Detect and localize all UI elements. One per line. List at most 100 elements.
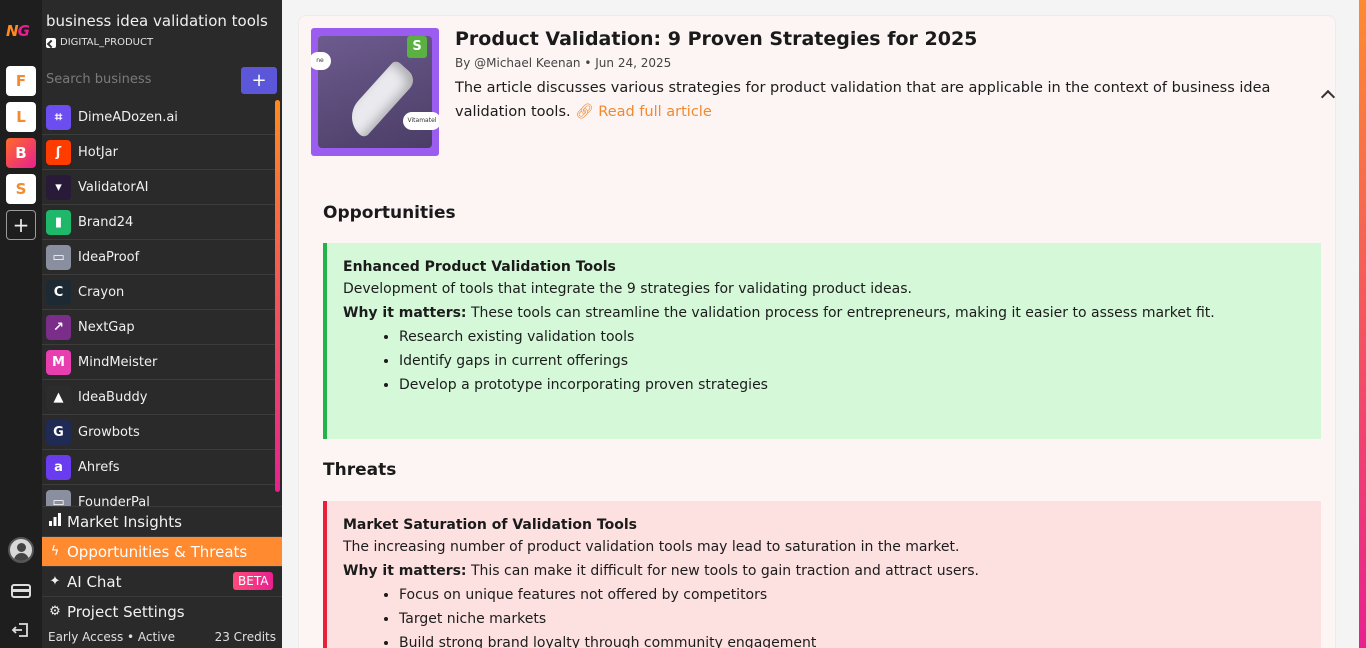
sidebar-item-label: FounderPal	[78, 494, 150, 507]
project-title: business idea validation tools	[46, 12, 268, 30]
threat-why: Why it matters: This can make it difficu…	[343, 559, 1305, 583]
search-input[interactable]: Search business	[46, 72, 151, 87]
sidebar-item-label: IdeaBuddy	[78, 389, 148, 405]
hotjar-logo: ʃ	[46, 139, 71, 165]
article-author[interactable]: By @Michael Keenan	[455, 56, 581, 70]
article-title: Product Validation: 9 Proven Strategies …	[455, 28, 978, 50]
sidebar-item-hotjar[interactable]: ʃ HotJar	[42, 135, 278, 170]
crayon-logo: C	[46, 279, 71, 305]
why-label: Why it matters:	[343, 305, 467, 321]
sidebar-item-brand24[interactable]: ▮ Brand24	[42, 205, 278, 240]
sidebar-item-ahrefs[interactable]: a Ahrefs	[42, 450, 278, 485]
article-meta: By @Michael Keenan • Jun 24, 2025	[455, 56, 671, 70]
user-avatar[interactable]	[8, 537, 34, 563]
thumbnail-pill-left: ne	[311, 52, 331, 70]
menu-opportunities-threats[interactable]: ϟ Opportunities & Threats	[42, 536, 282, 566]
why-text: These tools can streamline the validatio…	[470, 305, 1215, 321]
project-switch-l[interactable]: L	[6, 102, 36, 132]
project-switch-s[interactable]: S	[6, 174, 36, 204]
lightning-icon: ϟ	[50, 544, 60, 559]
opportunities-heading: Opportunities	[323, 203, 456, 223]
dimeadozen-logo: ⌗	[46, 104, 71, 130]
founderpal-logo: ▭	[46, 489, 71, 506]
menu-label: AI Chat	[67, 572, 122, 591]
bar-chart-icon	[47, 513, 63, 530]
opportunity-description: Development of tools that integrate the …	[343, 281, 912, 297]
list-item: Focus on unique features not offered by …	[399, 583, 1305, 607]
sidebar-item-ideabuddy[interactable]: ▲ IdeaBuddy	[42, 380, 278, 415]
article-date: Jun 24, 2025	[595, 56, 672, 70]
gear-icon: ⚙	[49, 604, 61, 619]
plan-status: Early Access • Active	[48, 630, 176, 644]
app-logo[interactable]: NG	[6, 22, 30, 40]
threats-heading: Threats	[323, 460, 397, 480]
sidebar-item-label: MindMeister	[78, 354, 158, 370]
page-scrollbar[interactable]	[1359, 0, 1366, 648]
project-rail: NG F L B S +	[0, 0, 42, 648]
menu-market-insights[interactable]: Market Insights	[42, 506, 282, 536]
menu-label: Opportunities & Threats	[67, 542, 248, 561]
opportunity-steps: Research existing validation tools Ident…	[399, 325, 1305, 397]
opportunity-why: Why it matters: These tools can streamli…	[343, 301, 1305, 325]
sidebar-item-validatorai[interactable]: ▾ ValidatorAI	[42, 170, 278, 205]
read-full-article-link[interactable]: 🔗︎ Read full article	[575, 104, 712, 120]
growbots-logo: G	[46, 419, 71, 445]
menu-ai-chat[interactable]: ✦ AI Chat BETA	[42, 566, 282, 596]
sidebar-item-label: Crayon	[78, 284, 125, 300]
opportunity-title: Enhanced Product Validation Tools	[343, 259, 616, 275]
thumbnail-pill-right: Vitamatel	[403, 112, 439, 130]
why-label: Why it matters:	[343, 563, 467, 579]
menu-label: Market Insights	[67, 512, 182, 531]
account-status: Early Access • Active 23 Credits	[42, 626, 282, 648]
list-item: Build strong brand loyalty through commu…	[399, 631, 1305, 648]
validatorai-logo: ▾	[46, 174, 71, 200]
sidebar-item-label: Ahrefs	[78, 459, 120, 475]
meta-separator: •	[584, 56, 596, 70]
project-switch-b[interactable]: B	[6, 138, 36, 168]
sidebar-item-growbots[interactable]: G Growbots	[42, 415, 278, 450]
add-project-button[interactable]: +	[6, 210, 36, 240]
threat-title: Market Saturation of Validation Tools	[343, 517, 637, 533]
ahrefs-logo: a	[46, 454, 71, 480]
nextgap-logo: ↗	[46, 314, 71, 340]
shopify-icon: S	[407, 36, 427, 58]
article-description: The article discusses various strategies…	[455, 76, 1323, 124]
sidebar-item-nextgap[interactable]: ↗ NextGap	[42, 310, 278, 345]
list-item: Identify gaps in current offerings	[399, 349, 1305, 373]
sidebar-item-dimeadozen-ai[interactable]: ⌗ DimeADozen.ai	[42, 100, 278, 135]
menu-project-settings[interactable]: ⚙ Project Settings	[42, 596, 282, 626]
sidebar-item-founderpal[interactable]: ▭ FounderPal	[42, 485, 278, 506]
add-business-button[interactable]: +	[241, 67, 277, 94]
business-list-scrollbar[interactable]	[275, 100, 280, 492]
main-content: S ne Vitamatel Product Validation: 9 Pro…	[282, 0, 1366, 648]
sidebar-item-label: Growbots	[78, 424, 140, 440]
threat-steps: Focus on unique features not offered by …	[399, 583, 1305, 648]
logout-icon[interactable]	[11, 622, 31, 638]
list-item: Develop a prototype incorporating proven…	[399, 373, 1305, 397]
project-type: DIGITAL_PRODUCT	[46, 37, 153, 48]
article-thumbnail[interactable]: S ne Vitamatel	[311, 28, 439, 156]
app-window: NG F L B S + business idea validation to…	[0, 0, 1366, 648]
article-card: S ne Vitamatel Product Validation: 9 Pro…	[298, 15, 1336, 648]
sparkle-icon: ✦	[49, 574, 61, 589]
sidebar-item-label: DimeADozen.ai	[78, 109, 178, 125]
ideabuddy-logo: ▲	[46, 384, 71, 410]
project-type-label: DIGITAL_PRODUCT	[60, 37, 154, 48]
collapse-chevron-icon[interactable]	[1320, 89, 1336, 105]
why-text: This can make it difficult for new tools…	[470, 563, 979, 579]
credit-card-icon[interactable]	[11, 583, 31, 599]
brand24-logo: ▮	[46, 209, 71, 235]
sidebar-item-ideaproof[interactable]: ▭ IdeaProof	[42, 240, 278, 275]
ideaproof-logo: ▭	[46, 244, 71, 270]
mindmeister-logo: M	[46, 349, 71, 375]
sidebar: business idea validation tools DIGITAL_P…	[42, 0, 282, 648]
project-switch-f[interactable]: F	[6, 66, 36, 96]
link-icon: 🔗︎	[575, 104, 599, 120]
sidebar-item-label: IdeaProof	[78, 249, 140, 265]
sidebar-item-crayon[interactable]: C Crayon	[42, 275, 278, 310]
beta-badge: BETA	[233, 572, 274, 590]
tag-icon	[46, 37, 56, 48]
threat-card: Market Saturation of Validation Tools Th…	[323, 501, 1321, 648]
business-list: ⌗ DimeADozen.ai ʃ HotJar ▾ ValidatorAI ▮ Brand2…	[42, 100, 278, 506]
sidebar-item-mindmeister[interactable]: M MindMeister	[42, 345, 278, 380]
